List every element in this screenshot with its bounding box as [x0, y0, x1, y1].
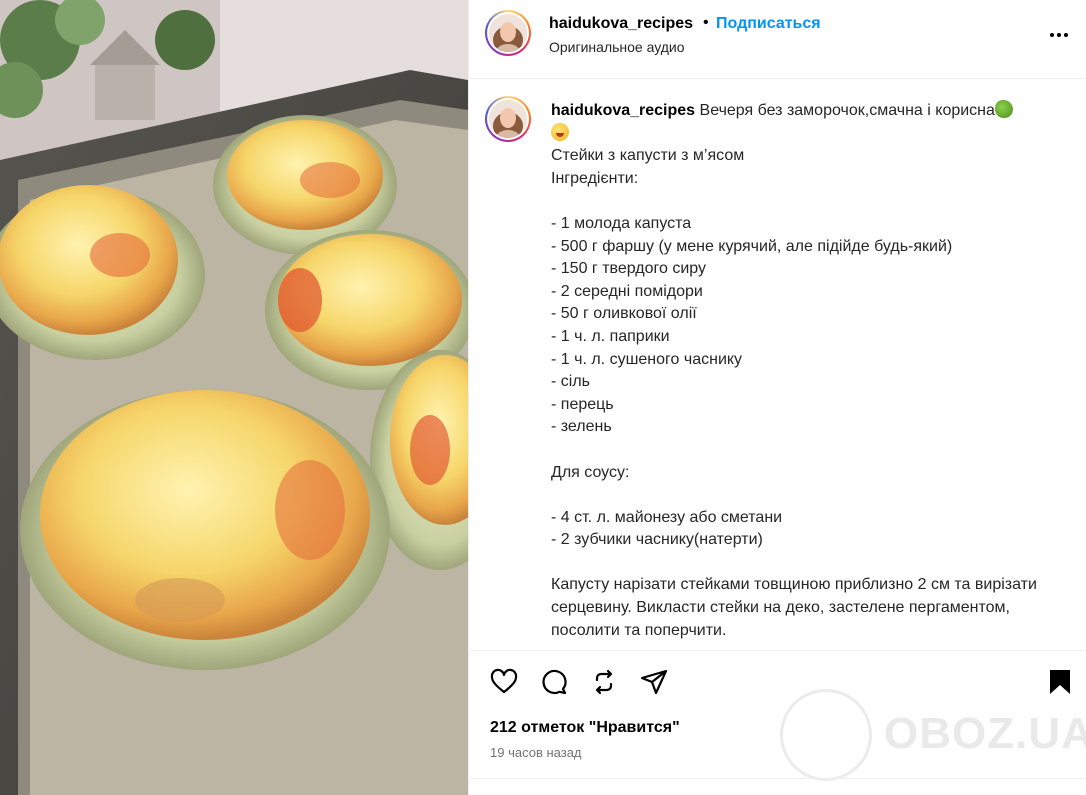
watermark-text: OBOZ.UA: [884, 709, 1086, 758]
cabbage-steaks-photo: [0, 0, 468, 795]
repost-icon[interactable]: [589, 667, 619, 697]
comment-icon[interactable]: [539, 667, 569, 697]
audio-label[interactable]: Оригинальное аудио: [549, 39, 685, 55]
likes-count[interactable]: 212 отметок "Нравится": [490, 719, 680, 737]
heart-icon[interactable]: [489, 667, 519, 697]
divider: [469, 778, 1086, 779]
caption-section: haidukova_recipes Вечеря без заморочок,с…: [469, 80, 1086, 650]
more-horizontal-icon[interactable]: [1048, 24, 1070, 46]
separator-dot: •: [703, 14, 709, 31]
send-icon[interactable]: [639, 667, 669, 697]
caption-body: Стейки з капусти з м’ясом Інгредієнти: -…: [551, 147, 1037, 639]
caption-avatar[interactable]: [485, 96, 531, 142]
author-username[interactable]: haidukova_recipes: [549, 15, 693, 33]
caption-text: haidukova_recipes Вечеря без заморочок,с…: [551, 100, 1061, 642]
post-panel: haidukova_recipes • Подписаться Оригинал…: [468, 0, 1086, 795]
action-bar: OBOZ.UA 212 отметок "Нравится" 19 часов …: [469, 650, 1086, 795]
post-time[interactable]: 19 часов назад: [490, 745, 582, 760]
post-header: haidukova_recipes • Подписаться Оригинал…: [469, 0, 1086, 79]
watermark: OBOZ.UA: [780, 689, 1086, 781]
broccoli-emoji-icon: [994, 100, 1013, 118]
author-photo: [489, 100, 527, 138]
author-photo: [489, 14, 527, 52]
post-image[interactable]: [0, 0, 468, 795]
globe-logo-icon: [780, 689, 872, 781]
caption-intro: Вечеря без заморочок,смачна і корисна: [699, 102, 995, 119]
author-avatar[interactable]: [485, 10, 531, 56]
follow-button[interactable]: Подписаться: [716, 15, 821, 33]
caption-username[interactable]: haidukova_recipes: [551, 102, 695, 119]
smiling-face-emoji-icon: [551, 122, 569, 141]
